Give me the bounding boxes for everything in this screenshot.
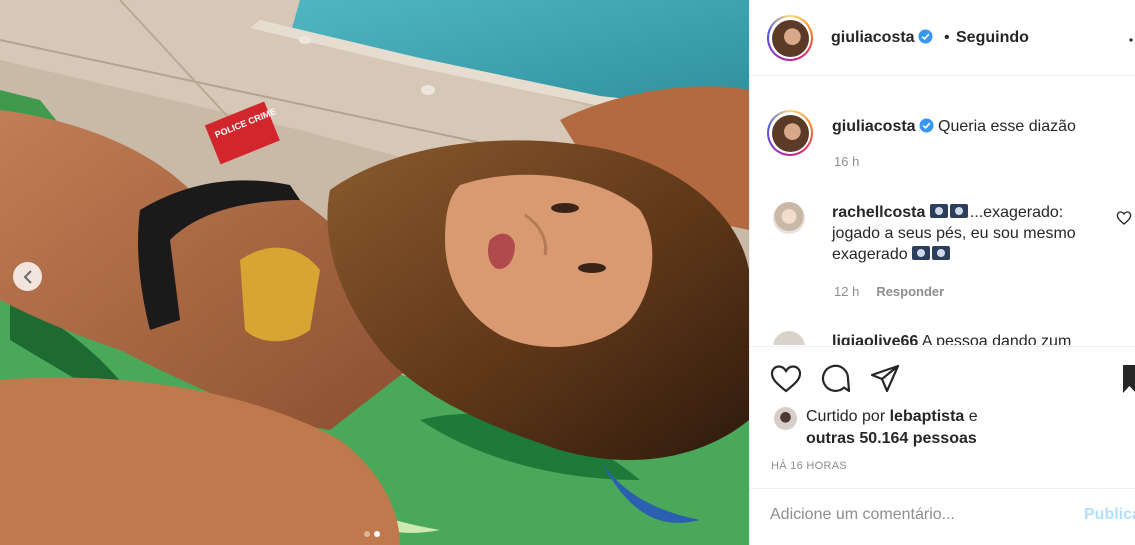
caption-username[interactable]: giuliacosta [832, 118, 916, 135]
liker-avatar[interactable] [774, 407, 797, 430]
cd-disc-emoji [932, 246, 951, 260]
comment-username[interactable]: rachellcosta [832, 204, 925, 221]
caption-text: giuliacosta Queria esse diazão [832, 117, 1112, 137]
post-comment-button[interactable]: Publicar [1084, 506, 1135, 524]
verified-badge-icon [919, 118, 934, 133]
cd-disc-emoji [912, 246, 931, 260]
carousel-dot-active [374, 531, 380, 537]
commenter-avatar[interactable] [773, 331, 805, 345]
cd-disc-emoji [929, 204, 948, 218]
comment-input[interactable] [770, 503, 1070, 527]
comment-text: rachellcosta ...exagerado: jogado a seus… [832, 202, 1112, 265]
following-button[interactable]: Seguindo [956, 29, 1029, 47]
author-avatar[interactable] [767, 15, 813, 61]
liker-username[interactable]: lebaptista [890, 408, 965, 425]
caption-time[interactable]: 16 h [834, 154, 859, 169]
comment-text: ligiaolive66 A pessoa dando zum [832, 331, 1112, 345]
more-options-icon[interactable] [1126, 36, 1135, 44]
commenter-avatar[interactable] [773, 202, 805, 234]
carousel-dot [364, 531, 370, 537]
verified-badge-icon [918, 29, 933, 44]
paper-plane-icon[interactable] [869, 363, 901, 395]
comment-time[interactable]: 12 h [834, 284, 859, 299]
add-comment-bar: Publicar [750, 488, 1135, 545]
author-username[interactable]: giuliacosta [831, 29, 933, 47]
comment-meta: 12 h Responder [834, 284, 944, 299]
comment-body: A pessoa dando zum [921, 333, 1072, 345]
post-header: giuliacosta • Seguindo [750, 0, 1135, 76]
post-photo[interactable]: POLICE CRIME [0, 0, 749, 545]
photo-illustration: POLICE CRIME [0, 0, 749, 545]
chevron-left-icon [23, 269, 32, 284]
reply-button[interactable]: Responder [876, 284, 944, 299]
likes-text[interactable]: Curtido por lebaptista e outras 50.164 p… [806, 406, 1106, 450]
carousel-prev-button[interactable] [13, 262, 42, 291]
heart-outline-icon[interactable] [770, 363, 802, 395]
post-side-panel: giuliacosta • Seguindo giuliacosta Queri… [749, 0, 1135, 545]
caption-avatar[interactable] [767, 110, 813, 156]
header-separator: • [944, 29, 950, 46]
comment-bubble-icon[interactable] [820, 363, 852, 395]
heart-outline-icon[interactable] [1116, 210, 1132, 226]
others-count[interactable]: outras 50.164 pessoas [806, 430, 977, 447]
bookmark-icon[interactable] [1119, 363, 1135, 395]
comment-username[interactable]: ligiaolive66 [832, 333, 918, 345]
comments-list[interactable]: giuliacosta Queria esse diazão 16 h rach… [750, 77, 1135, 345]
carousel-dots [364, 531, 380, 537]
post-timestamp[interactable]: HÁ 16 HORAS [771, 460, 847, 472]
cd-disc-emoji [949, 204, 968, 218]
caption-body: Queria esse diazão [938, 118, 1076, 135]
